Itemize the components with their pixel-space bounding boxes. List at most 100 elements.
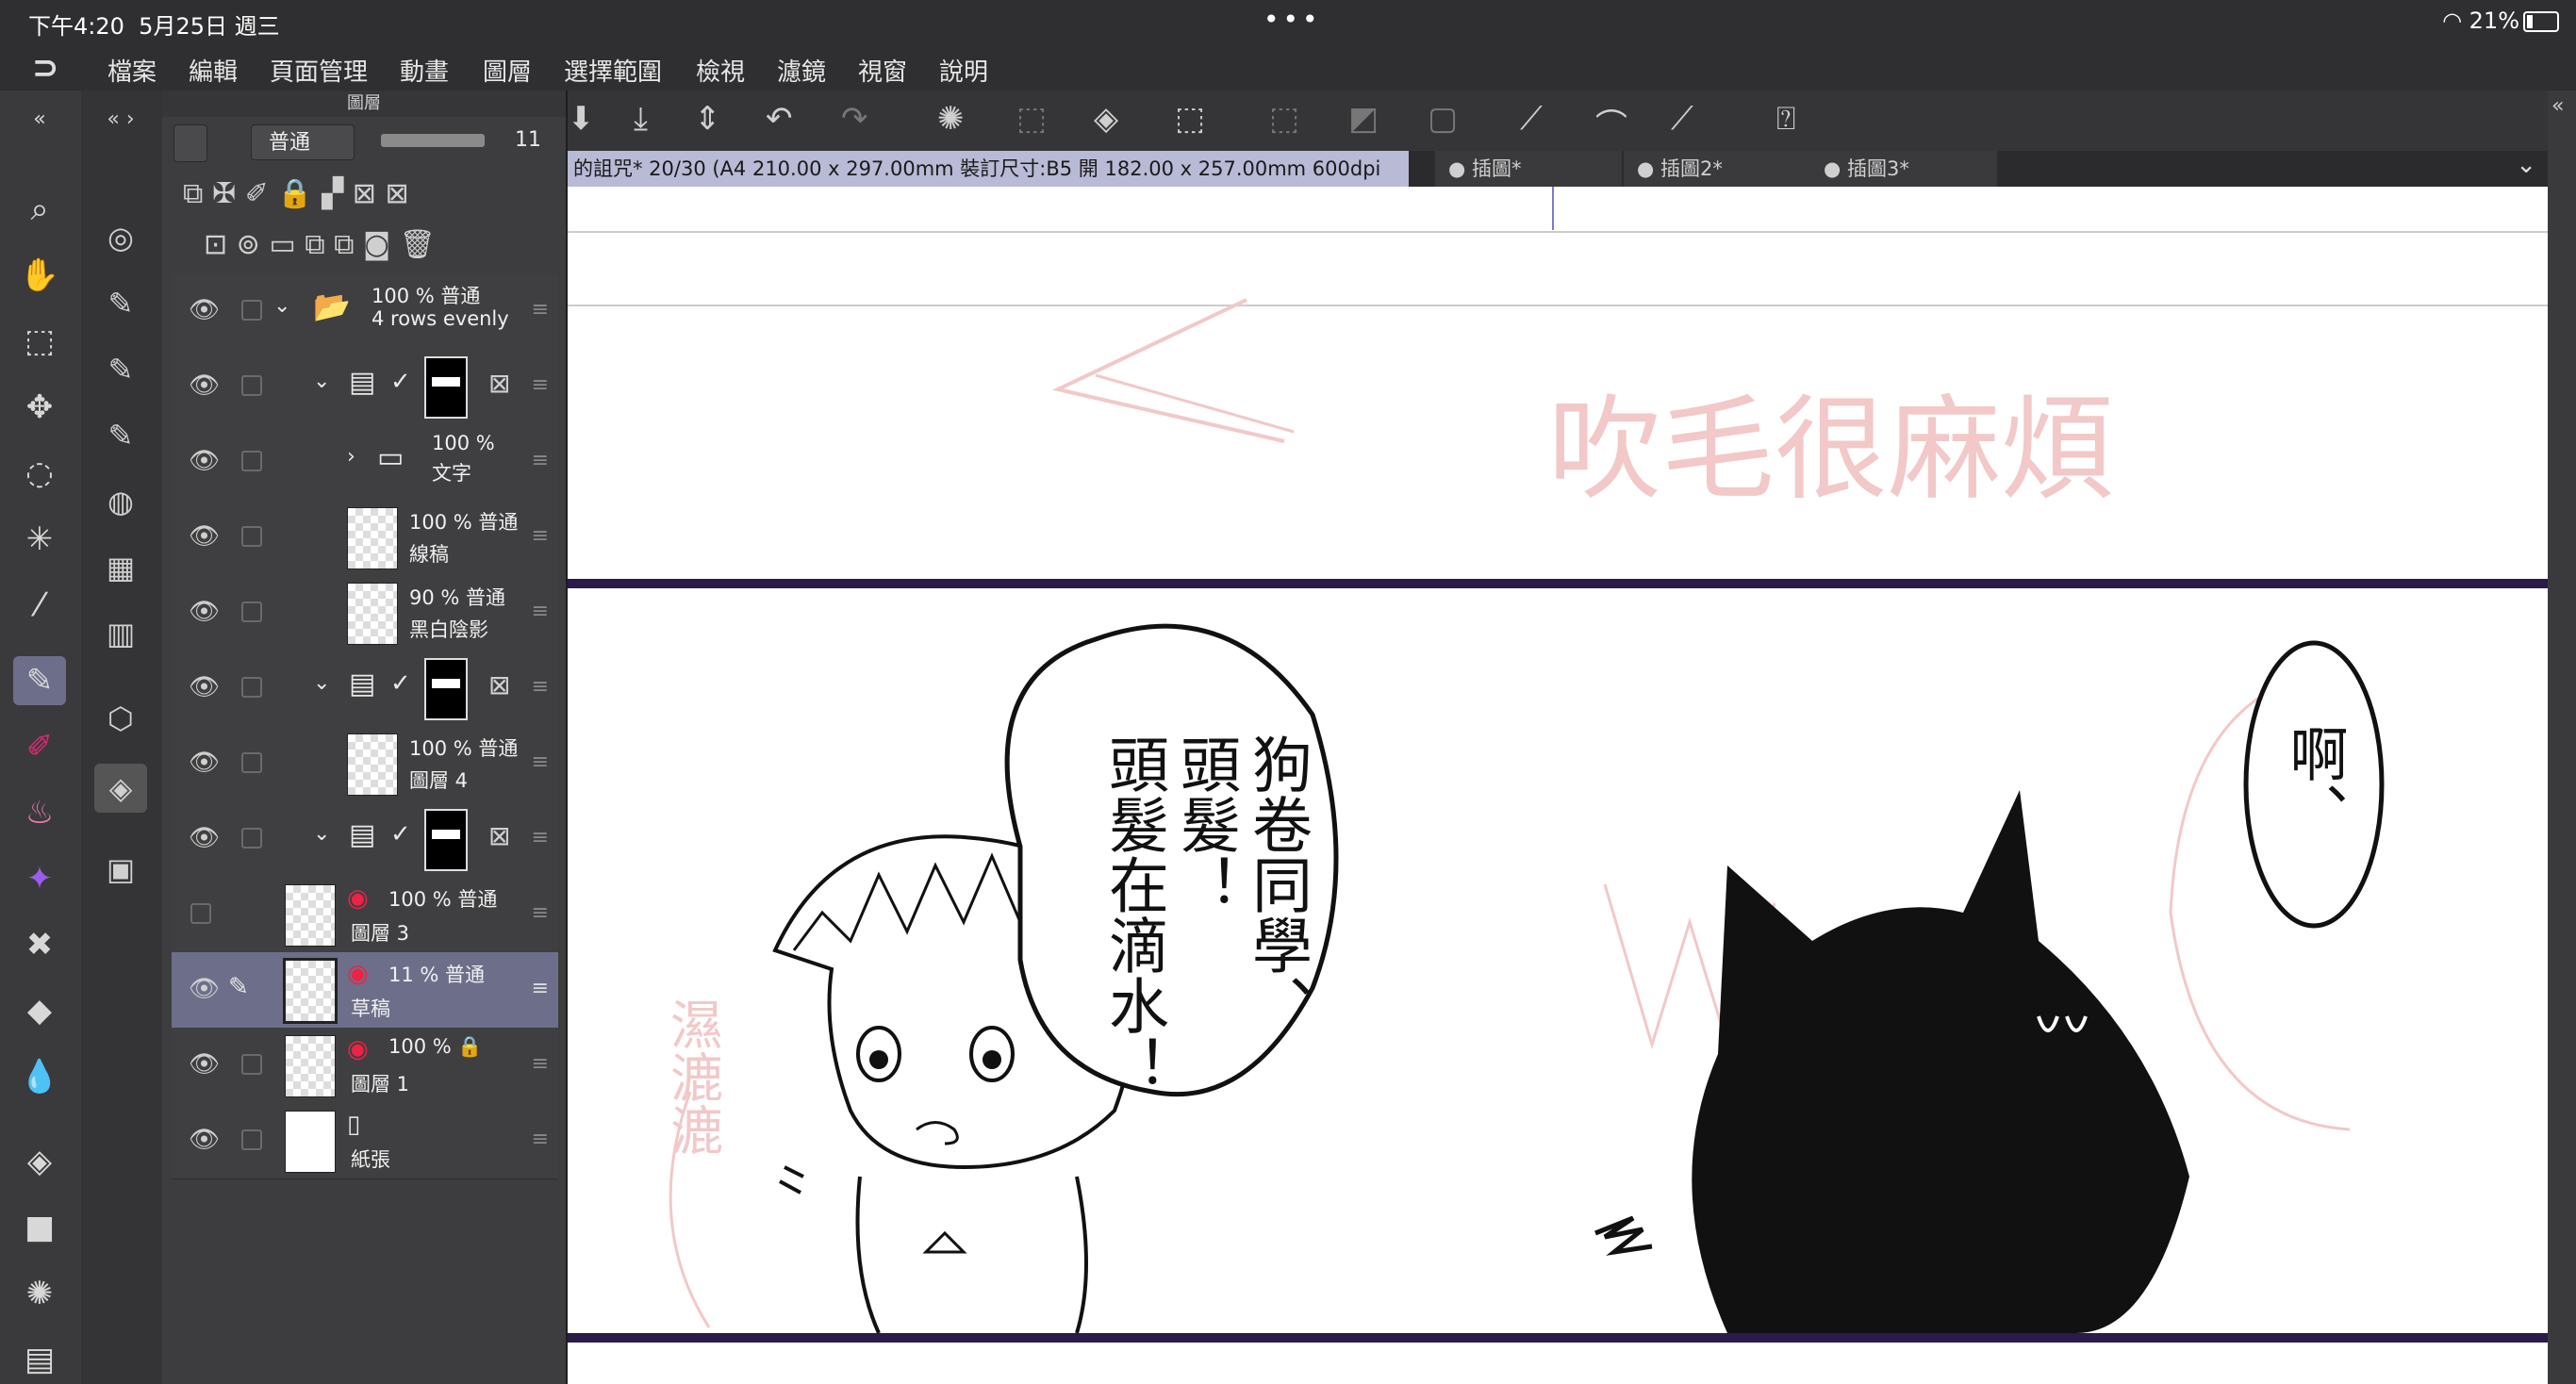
chevron-down-icon[interactable]: ⌄ <box>313 370 330 393</box>
chevron-right-icon[interactable]: › <box>347 445 355 469</box>
layer-row[interactable]: 👁 ◉ 100 % 🔒 圖層 1 ≡ <box>172 1028 558 1104</box>
layer-checkbox[interactable] <box>241 601 262 622</box>
layer-row[interactable]: 👁 ⌄ ▤ ✓ ⊠ ≡ <box>172 349 558 425</box>
layer-row[interactable]: 👁 ⌄ 📂 100 % 普通 4 rows evenly ≡ <box>172 273 558 350</box>
pencil-icon[interactable]: ✐ <box>13 722 66 771</box>
export-icon[interactable]: ⤓ <box>634 100 648 138</box>
mask-enable-icon[interactable]: ⊠ <box>488 368 510 399</box>
drag-handle-icon[interactable]: ≡ <box>532 1052 549 1076</box>
opacity-slider[interactable] <box>381 134 485 147</box>
material-icon[interactable]: ▣ <box>94 845 147 894</box>
deselect-icon[interactable]: ⬚ <box>1269 100 1299 138</box>
clear-icon[interactable]: ⬚ <box>1016 100 1047 138</box>
eye-icon[interactable]: 👁 <box>189 371 220 400</box>
menu-selection[interactable]: 選擇範圍 <box>564 53 662 88</box>
figure-icon[interactable]: ✺ <box>13 1269 66 1318</box>
drag-handle-icon[interactable]: ≡ <box>532 449 549 472</box>
eraser-icon[interactable]: ◆ <box>13 986 66 1035</box>
eye-icon[interactable]: 👁 <box>189 1050 220 1079</box>
brush-tool-icon[interactable]: ⌒ <box>1595 100 1627 146</box>
brush-size-icon[interactable]: ✎ <box>94 345 147 394</box>
layer-checkbox[interactable] <box>241 752 262 773</box>
save-icon[interactable]: ⬇ <box>568 100 595 138</box>
menu-file[interactable]: 檔案 <box>107 53 157 88</box>
menu-edit[interactable]: 編輯 <box>189 53 238 88</box>
pen-icon[interactable]: ✎ <box>13 656 66 705</box>
chevron-down-icon[interactable]: ⌄ <box>313 822 330 846</box>
tab-active-document[interactable]: 的詛咒* 20/30 (A4 210.00 x 297.00mm 裝訂尺寸:B5… <box>568 151 1409 216</box>
layer-row[interactable]: 👁 100 % 普通 線稿 ≡ <box>172 500 558 576</box>
selection-border-icon[interactable]: ▢ <box>1428 100 1458 138</box>
menu-layer[interactable]: 圖層 <box>483 53 532 88</box>
undo-icon[interactable]: ↶ <box>766 100 793 138</box>
color-set-icon[interactable]: ▦ <box>94 543 147 592</box>
blend-mode-select[interactable]: 普通 <box>251 124 355 160</box>
redo-icon[interactable]: ↷ <box>841 100 868 138</box>
layer-checkbox[interactable] <box>241 1054 262 1075</box>
drag-handle-icon[interactable]: ≡ <box>532 373 549 397</box>
eye-icon[interactable]: 👁 <box>189 824 220 852</box>
app-logo-icon[interactable]: ⊃ <box>32 49 59 87</box>
transform-icon[interactable]: ⬚ <box>1175 100 1205 138</box>
layer-checkbox[interactable] <box>241 451 262 471</box>
sub-tool-icon[interactable]: ✎ <box>94 411 147 460</box>
hand-icon[interactable]: ✋ <box>13 251 66 300</box>
blend-icon[interactable]: 💧 <box>13 1052 66 1101</box>
mask-enable-icon[interactable]: ⊠ <box>488 669 510 700</box>
drag-handle-icon[interactable]: ≡ <box>532 826 549 849</box>
magic-wand-icon[interactable]: ✳ <box>13 515 66 564</box>
help-icon[interactable]: ⍰ <box>1776 100 1795 138</box>
layer-options-icons[interactable]: ⧉ ✠ ✐ 🔒 ▞ ⊠ ⊠ <box>183 177 409 210</box>
chevron-down-icon[interactable]: ⌄ <box>273 294 290 318</box>
layer-checkbox[interactable] <box>241 300 262 321</box>
color-wheel-icon[interactable]: ◍ <box>94 477 147 526</box>
multitask-dots-icon[interactable]: ••• <box>1263 4 1322 35</box>
drag-handle-icon[interactable]: ≡ <box>532 600 549 623</box>
tool-property-icon[interactable]: ✎ <box>94 279 147 328</box>
object-select-icon[interactable]: ⬚ <box>13 317 66 366</box>
eye-icon[interactable]: 👁 <box>189 598 220 626</box>
layer-checkbox[interactable] <box>190 903 211 924</box>
check-icon[interactable]: ✓ <box>390 368 411 396</box>
layer-row[interactable]: 👁 90 % 普通 黑白陰影 ≡ <box>172 575 558 651</box>
layer-row[interactable]: ◉ 100 % 普通 圖層 3 ≡ <box>172 877 558 953</box>
tab-illustration[interactable]: ● 插圖* <box>1435 151 1622 187</box>
toggle-icon[interactable]: ⇕ <box>694 100 721 138</box>
drag-handle-icon[interactable]: ≡ <box>532 750 549 774</box>
menu-filter[interactable]: 濾鏡 <box>777 53 826 88</box>
menu-page[interactable]: 頁面管理 <box>270 53 368 88</box>
layer-checkbox[interactable] <box>241 828 262 849</box>
layer-checkbox[interactable] <box>241 375 262 396</box>
drag-handle-icon[interactable]: ≡ <box>532 675 549 699</box>
tab-illustration-2[interactable]: ● 插圖2* <box>1624 151 1810 187</box>
navigator-icon[interactable]: ◎ <box>94 213 147 262</box>
layer-row[interactable]: 👁 ⌄ ▤ ✓ ⊠ ≡ <box>172 801 558 878</box>
ruler-icon[interactable]: ⟋ <box>1520 100 1543 138</box>
gradient-icon[interactable]: ■ <box>13 1203 66 1252</box>
layer-row[interactable]: 👁 ⌄ ▤ ✓ ⊠ ≡ <box>172 651 558 727</box>
chevron-down-icon[interactable]: ⌄ <box>313 671 330 695</box>
mask-enable-icon[interactable]: ⊠ <box>488 820 510 851</box>
layer-checkbox[interactable] <box>241 1129 262 1150</box>
eyedropper-icon[interactable]: ⁄ <box>13 581 66 630</box>
expand-icon[interactable]: « <box>2551 94 2564 118</box>
invert-selection-icon[interactable]: ◩ <box>1348 100 1379 138</box>
timeline-icon[interactable]: ▥ <box>94 609 147 658</box>
layer-row-selected[interactable]: 👁 ✎ ◉ 11 % 普通 草稿 ≡ <box>172 952 558 1029</box>
collapse-sub-icon[interactable]: « › <box>94 94 147 143</box>
eye-icon[interactable]: 👁 <box>189 975 220 1003</box>
layer-checkbox[interactable] <box>241 677 262 698</box>
eye-icon[interactable]: 👁 <box>189 522 220 551</box>
drag-handle-icon[interactable]: ≡ <box>532 524 549 548</box>
brush-icon[interactable]: ♨ <box>13 788 66 837</box>
drawing-canvas[interactable]: 吹毛很麻煩 濕漉漉 狗卷同學、 頭髮！ 頭髮在滴水！ 啊、 <box>568 187 2548 1384</box>
lasso-icon[interactable]: ◌ <box>13 449 66 498</box>
airbrush-icon[interactable]: ✦ <box>13 854 66 903</box>
layer-panel-icon[interactable]: ◈ <box>94 764 147 813</box>
eye-icon[interactable]: 👁 <box>189 749 220 777</box>
menu-view[interactable]: 檢視 <box>696 53 745 88</box>
eye-icon[interactable]: 👁 <box>189 296 220 324</box>
drag-handle-icon[interactable]: ≡ <box>532 977 549 1000</box>
layer-row[interactable]: 👁 100 % 普通 圖層 4 ≡ <box>172 726 558 802</box>
drag-handle-icon[interactable]: ≡ <box>532 901 549 925</box>
